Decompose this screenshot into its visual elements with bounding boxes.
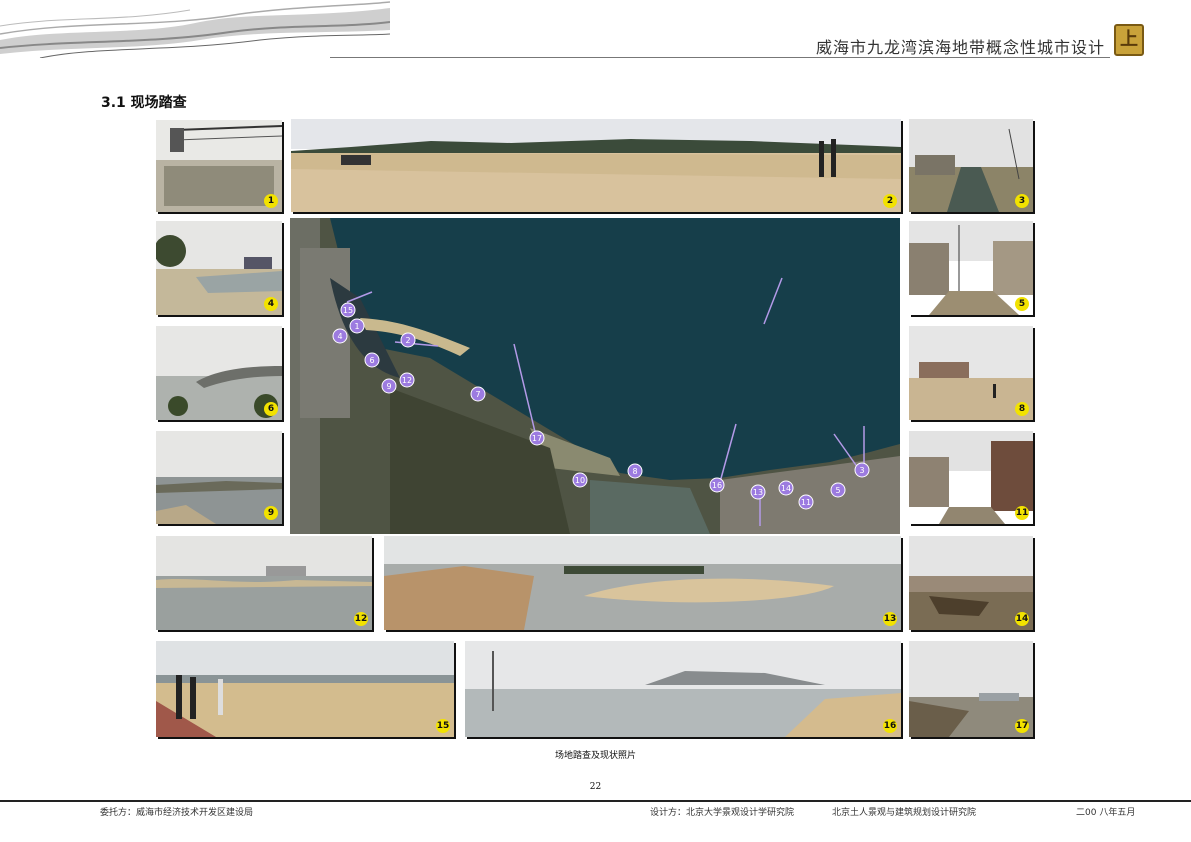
map-marker-label: 11 <box>801 498 811 507</box>
site-photo-2: 2 <box>291 119 901 212</box>
site-photo-8: 8 <box>909 326 1033 420</box>
site-photo-5: 5 <box>909 221 1033 315</box>
photo-number: 17 <box>1015 719 1029 733</box>
footer-rule <box>0 800 1191 802</box>
photo-number: 2 <box>883 194 897 208</box>
footer-designer-2: 北京土人景观与建筑规划设计研究院 <box>832 808 977 818</box>
photo-number: 8 <box>1015 402 1029 416</box>
map-marker-label: 5 <box>835 486 840 495</box>
map-marker-label: 1 <box>354 322 359 331</box>
photo-number: 16 <box>883 719 897 733</box>
site-photo-4: 4 <box>156 221 282 315</box>
photo-number: 3 <box>1015 194 1029 208</box>
footer-date: 二00 八年五月 <box>1076 808 1136 818</box>
figure-caption: 场地踏查及现状照片 <box>554 751 636 761</box>
site-photo-16: 16 <box>465 641 901 737</box>
site-photo-11: 11 <box>909 431 1033 524</box>
site-photo-12: 12 <box>156 536 372 630</box>
map-marker-label: 9 <box>386 382 391 391</box>
photo-number: 4 <box>264 297 278 311</box>
logo: 上 <box>1114 24 1144 56</box>
map-marker-label: 4 <box>337 332 342 341</box>
photo-number: 9 <box>264 506 278 520</box>
map-marker-label: 7 <box>475 390 480 399</box>
map-marker-label: 8 <box>632 467 637 476</box>
page-number: 22 <box>589 782 602 792</box>
map-marker-label: 15 <box>343 306 353 315</box>
footer-designer: 设计方：北京大学景观设计学研究院 <box>650 808 795 818</box>
map-marker-label: 14 <box>781 484 791 493</box>
site-photo-3: 3 <box>909 119 1033 212</box>
photo-number: 5 <box>1015 297 1029 311</box>
photo-number: 13 <box>883 612 897 626</box>
site-photo-14: 14 <box>909 536 1033 630</box>
aerial-site-map: 1234567891011121314151617 7 <box>290 218 900 534</box>
site-photo-9: 9 <box>156 431 282 524</box>
photo-number: 1 <box>264 194 278 208</box>
document-title: 威海市九龙湾滨海地带概念性城市设计 <box>815 38 1105 57</box>
photo-number: 6 <box>264 402 278 416</box>
map-marker-label: 6 <box>369 356 374 365</box>
footer-client: 委托方：威海市经济技术开发区建设局 <box>100 808 254 818</box>
map-marker-label: 16 <box>712 481 722 490</box>
document-page: 威海市九龙湾滨海地带概念性城市设计 上 3.1 现场踏查 1 2 3 4 5 6… <box>0 0 1191 842</box>
photo-number: 15 <box>436 719 450 733</box>
photo-number: 14 <box>1015 612 1029 626</box>
map-marker-label: 3 <box>859 466 864 475</box>
map-marker-label: 10 <box>575 476 585 485</box>
map-marker-label: 2 <box>405 336 410 345</box>
map-marker-label: 12 <box>402 376 412 385</box>
map-marker-label: 17 <box>532 434 542 443</box>
site-photo-1: 1 <box>156 120 282 212</box>
site-photo-15: 15 <box>156 641 454 737</box>
site-photo-17: 17 <box>909 641 1033 737</box>
header-decoration <box>0 0 390 58</box>
section-title: 3.1 现场踏查 <box>101 95 187 111</box>
map-marker-label: 13 <box>753 488 763 497</box>
site-photo-13: 13 <box>384 536 901 630</box>
photo-number: 11 <box>1015 506 1029 520</box>
site-photo-6: 6 <box>156 326 282 420</box>
photo-number: 12 <box>354 612 368 626</box>
